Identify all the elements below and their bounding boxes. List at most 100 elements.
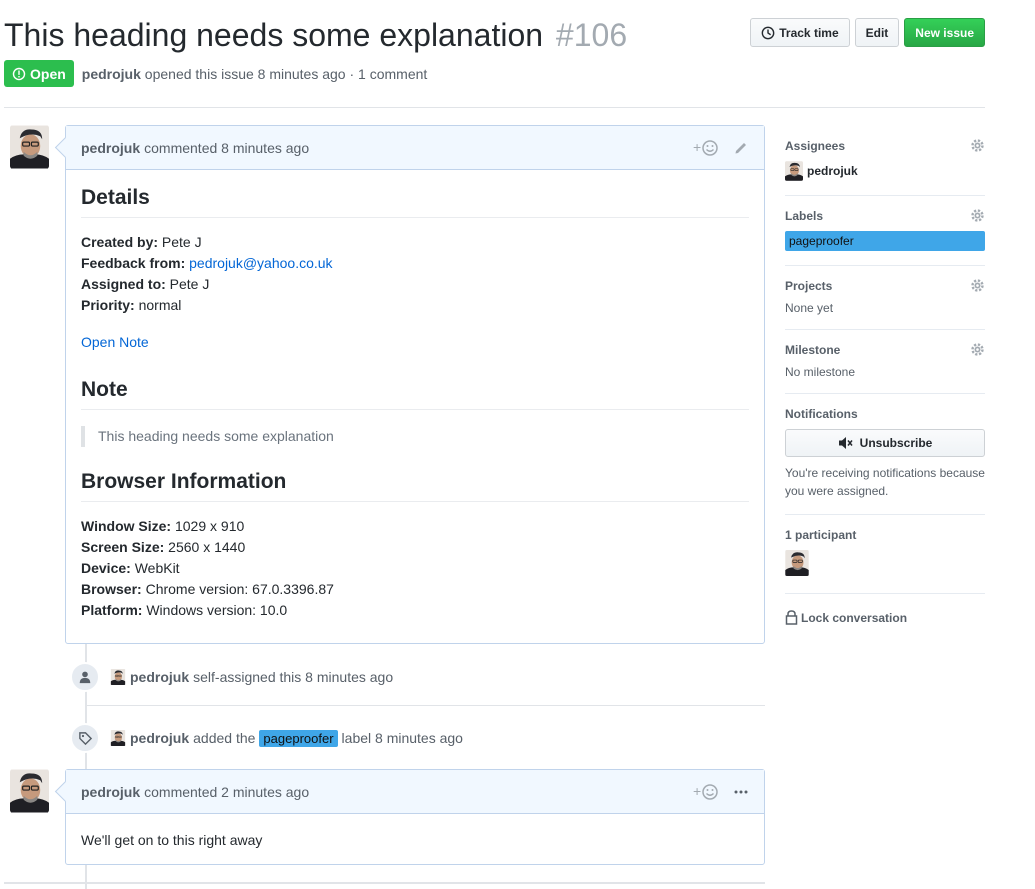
- screen-size-row: Screen Size: 2560 x 1440: [81, 537, 749, 558]
- assignee-name: pedrojuk: [807, 164, 858, 178]
- window-size-label: Window Size:: [81, 518, 172, 534]
- window-size-row: Window Size: 1029 x 910: [81, 516, 749, 537]
- avatar[interactable]: [10, 125, 49, 169]
- new-issue-button[interactable]: New issue: [904, 18, 985, 47]
- platform-value: Windows version: 10.0: [146, 602, 288, 618]
- assigned-to-value: Pete J: [169, 276, 210, 292]
- priority-row: Priority: normal: [81, 295, 749, 316]
- created-by-value: Pete J: [161, 234, 202, 250]
- lock-conversation-link[interactable]: Lock conversation: [785, 594, 985, 625]
- gear-icon[interactable]: [970, 138, 985, 153]
- comment-time[interactable]: commented 2 minutes ago: [144, 784, 309, 800]
- sidebar: Assignees pedrojuk Labels pageproofer Pr…: [785, 126, 985, 625]
- screen-size-label: Screen Size:: [81, 539, 165, 555]
- sidebar-label[interactable]: pageproofer: [785, 231, 985, 251]
- platform-label: Platform:: [81, 602, 143, 618]
- comment-author-link[interactable]: pedrojuk: [81, 784, 140, 800]
- header-actions: Track time Edit New issue: [750, 18, 985, 47]
- labeled-event: pedrojuk added the pageproofer label 8 m…: [70, 722, 463, 754]
- issue-meta-text: pedrojuk opened this issue 8 minutes ago…: [82, 66, 428, 82]
- status-label: Open: [30, 65, 66, 82]
- comment-header: pedrojuk commented 2 minutes ago +: [66, 770, 764, 814]
- kebab-icon[interactable]: [733, 784, 749, 800]
- browser-row: Browser: Chrome version: 67.0.3396.87: [81, 579, 749, 600]
- event-divider: [85, 705, 765, 706]
- priority-value: normal: [138, 297, 182, 313]
- bottom-divider: [4, 882, 765, 884]
- timeline-line-bottom: [85, 865, 87, 889]
- milestone-heading[interactable]: Milestone: [785, 343, 985, 357]
- assigned-event: pedrojuk self-assigned this 8 minutes ag…: [70, 661, 393, 693]
- tag-icon-badge: [70, 723, 100, 753]
- comment-body-text: We'll get on to this right away: [81, 832, 263, 848]
- add-reaction-icon[interactable]: +: [693, 783, 719, 801]
- avatar[interactable]: [10, 769, 49, 813]
- issue-title: This heading needs some explanation #106: [4, 14, 627, 56]
- svg-text:+: +: [693, 783, 701, 799]
- first-comment: pedrojuk commented 8 minutes ago + Detai…: [65, 125, 765, 644]
- gear-icon[interactable]: [970, 278, 985, 293]
- open-note-link[interactable]: Open Note: [81, 334, 149, 350]
- issue-number: #106: [555, 17, 628, 53]
- browser-value: Chrome version: 67.0.3396.87: [145, 581, 334, 597]
- comment-body: Details Created by: Pete J Feedback from…: [66, 170, 764, 635]
- add-reaction-icon[interactable]: +: [693, 139, 719, 157]
- notification-reason: You're receiving notifications because y…: [785, 466, 985, 498]
- track-time-button[interactable]: Track time: [750, 18, 850, 47]
- issue-opened-text: opened this issue 8 minutes ago · 1 comm…: [144, 65, 428, 82]
- device-label: Device:: [81, 560, 131, 576]
- labeled-after-text: label 8 minutes ago: [341, 730, 463, 746]
- lock-conversation-label: Lock conversation: [801, 610, 908, 625]
- avatar[interactable]: [110, 730, 126, 746]
- comment-header: pedrojuk commented 8 minutes ago +: [66, 126, 764, 170]
- assigned-to-row: Assigned to: Pete J: [81, 274, 749, 295]
- lock-icon: [785, 610, 798, 625]
- pencil-icon[interactable]: [733, 140, 749, 156]
- gear-icon[interactable]: [970, 208, 985, 223]
- edit-button[interactable]: Edit: [854, 18, 900, 47]
- assignees-section: Assignees pedrojuk: [785, 126, 985, 196]
- assigned-event-description: self-assigned this 8 minutes ago: [193, 669, 394, 685]
- assignees-heading[interactable]: Assignees: [785, 139, 985, 153]
- unsubscribe-button[interactable]: Unsubscribe: [785, 429, 985, 457]
- mute-icon: [838, 437, 853, 449]
- created-by-label: Created by:: [81, 234, 159, 250]
- avatar[interactable]: [785, 550, 809, 576]
- projects-section: Projects None yet: [785, 266, 985, 330]
- feedback-email-link[interactable]: pedrojuk@yahoo.co.uk: [189, 255, 332, 271]
- second-comment: pedrojuk commented 2 minutes ago + We'll…: [65, 769, 765, 865]
- issue-opened-icon: [12, 67, 26, 80]
- browser-label: Browser:: [81, 581, 142, 597]
- event-author-link[interactable]: pedrojuk: [130, 730, 189, 746]
- labels-section: Labels pageproofer: [785, 196, 985, 266]
- device-value: WebKit: [134, 560, 180, 576]
- notifications-heading: Notifications: [785, 407, 858, 421]
- details-heading: Details: [81, 185, 749, 218]
- created-by-row: Created by: Pete J: [81, 232, 749, 253]
- unsubscribe-label: Unsubscribe: [859, 436, 933, 450]
- status-badge: Open: [4, 60, 74, 87]
- assigned-event-text: pedrojuk self-assigned this 8 minutes ag…: [110, 669, 393, 685]
- comment-author-link[interactable]: pedrojuk: [81, 140, 140, 156]
- note-heading: Note: [81, 377, 749, 410]
- issue-meta: Open pedrojuk opened this issue 8 minute…: [4, 60, 427, 87]
- notifications-section: Notifications Unsubscribe You're receivi…: [785, 394, 985, 515]
- event-author-link[interactable]: pedrojuk: [130, 669, 189, 685]
- milestone-section: Milestone No milestone: [785, 330, 985, 394]
- avatar: [785, 161, 803, 181]
- issue-author-link[interactable]: pedrojuk: [82, 66, 141, 82]
- device-row: Device: WebKit: [81, 558, 749, 579]
- comment-time[interactable]: commented 8 minutes ago: [144, 140, 309, 156]
- labeled-event-text: pedrojuk added the pageproofer label 8 m…: [110, 729, 463, 747]
- projects-heading[interactable]: Projects: [785, 279, 985, 293]
- avatar[interactable]: [110, 669, 126, 685]
- person-icon: [79, 671, 91, 684]
- label-badge[interactable]: pageproofer: [259, 729, 338, 747]
- participants-section: 1 participant: [785, 515, 985, 594]
- labels-heading[interactable]: Labels: [785, 209, 985, 223]
- window-size-value: 1029 x 910: [174, 518, 245, 534]
- participants-heading: 1 participant: [785, 528, 857, 542]
- gear-icon[interactable]: [970, 342, 985, 357]
- feedback-from-label: Feedback from:: [81, 255, 186, 271]
- assignee-item[interactable]: pedrojuk: [785, 161, 985, 181]
